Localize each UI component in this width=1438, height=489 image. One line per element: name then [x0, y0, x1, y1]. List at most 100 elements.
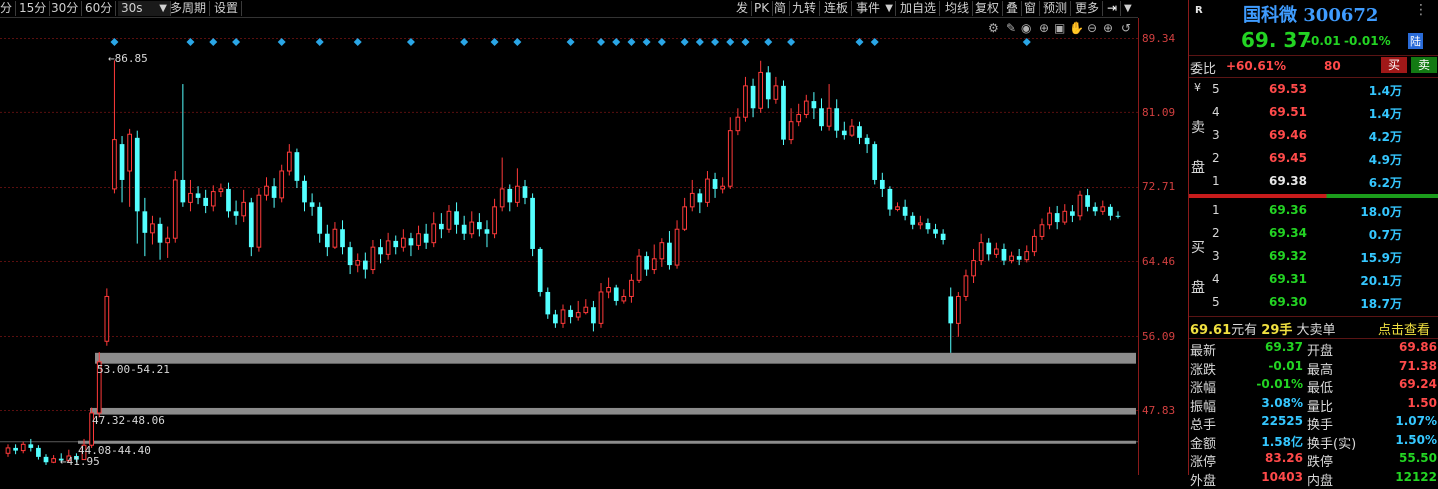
hand-icon[interactable]: ✋	[1069, 21, 1084, 35]
ma-button[interactable]: 均线	[942, 1, 974, 16]
adjust-button[interactable]: 复权	[972, 1, 1004, 16]
high-marker: ←	[108, 52, 115, 65]
candle-body	[438, 223, 444, 230]
events-button[interactable]: 事件 ▼	[853, 1, 896, 16]
stat-label: 振幅	[1190, 399, 1217, 415]
more-button[interactable]: 更多	[1072, 1, 1104, 16]
reset-icon[interactable]: ↺	[1121, 21, 1131, 35]
zoom-in-icon[interactable]: ⊕	[1103, 21, 1113, 35]
draw-icon[interactable]: ✎	[1006, 21, 1016, 35]
big-order-price: 69.61	[1190, 323, 1232, 338]
stat-label: 金额	[1190, 436, 1217, 452]
candle-body	[279, 170, 285, 199]
high-annotation: ←86.85	[108, 52, 148, 65]
candle-body	[256, 194, 262, 248]
candle-body	[644, 256, 649, 270]
sell-side-label: 卖 盘	[1191, 120, 1205, 176]
book-level: 1	[1212, 174, 1220, 188]
book-price[interactable]: 69.36	[1269, 203, 1307, 217]
overlay-button[interactable]: 叠	[1003, 1, 1023, 16]
book-level: 5	[1212, 82, 1220, 96]
kline-chart[interactable]: ⚙ ✎ ◉ ⊕ ▣ ✋ ⊖ ⊕ ↺	[0, 18, 1188, 475]
fa-button[interactable]: 发	[733, 1, 753, 16]
settings-button[interactable]: 设置	[211, 1, 243, 16]
grid-layer	[0, 18, 1139, 475]
candle-body	[180, 179, 186, 203]
candle-body	[150, 223, 155, 234]
candle-body	[1054, 213, 1060, 223]
candle-body	[993, 248, 999, 255]
signal-diamond	[110, 38, 119, 46]
zone-label: 44.08-44.40	[78, 444, 151, 457]
trash-icon[interactable]: ▣	[1054, 21, 1065, 35]
multi-period-button[interactable]: 多周期	[167, 1, 211, 16]
candle-body	[454, 211, 459, 225]
book-price[interactable]: 69.45	[1269, 151, 1307, 165]
candle-body	[1047, 212, 1052, 226]
candle-body	[887, 188, 893, 210]
candle-body	[826, 107, 832, 127]
signal-diamond	[315, 38, 324, 46]
period-30min[interactable]: 30分	[48, 1, 83, 16]
book-price[interactable]: 69.32	[1269, 249, 1307, 263]
magnet-icon[interactable]: ⚙	[988, 21, 999, 35]
sell-button[interactable]: 卖	[1411, 57, 1437, 73]
pk-button[interactable]: PK	[751, 1, 774, 16]
lock-icon[interactable]: ⊕	[1039, 21, 1049, 35]
zoom-out-icon[interactable]: ⊖	[1087, 21, 1097, 35]
book-level: 4	[1212, 272, 1220, 286]
period-30s-select[interactable]: 30s ▼	[118, 1, 171, 16]
limit-board-button[interactable]: 连板	[821, 1, 853, 16]
period-15min[interactable]: 15分	[16, 1, 51, 16]
period-1min[interactable]: 分	[0, 1, 17, 16]
forecast-button[interactable]: 预测	[1040, 1, 1072, 16]
candle-body	[1024, 251, 1030, 261]
buy-button[interactable]: 买	[1381, 57, 1407, 73]
candle-body	[857, 126, 862, 138]
candle-body	[1085, 195, 1090, 207]
candle-body	[811, 101, 817, 109]
book-price[interactable]: 69.38	[1269, 174, 1307, 188]
candle-body	[1039, 224, 1045, 237]
book-price[interactable]: 69.34	[1269, 226, 1307, 240]
candle-body	[819, 108, 824, 127]
candle-body	[13, 447, 18, 451]
candle-body	[134, 137, 140, 212]
candle-body	[978, 242, 984, 262]
high-value: 86.85	[114, 52, 148, 65]
more-options-icon[interactable]: ⋮	[1414, 2, 1428, 18]
candle-body	[507, 188, 513, 203]
eye-icon[interactable]: ◉	[1021, 21, 1031, 35]
candle-body	[583, 306, 589, 314]
add-watchlist-button[interactable]: 加自选	[897, 1, 941, 16]
stat-label: 量比	[1307, 399, 1334, 415]
candle-body	[302, 180, 307, 203]
signal-layer	[110, 38, 1031, 46]
candle-body	[142, 211, 148, 233]
book-price[interactable]: 69.31	[1269, 272, 1307, 286]
nine-turn-button[interactable]: 九转	[789, 1, 821, 16]
signal-diamond	[406, 38, 415, 46]
window-button[interactable]: 窗	[1021, 1, 1041, 16]
simple-button[interactable]: 简	[771, 1, 791, 16]
candle-body	[119, 144, 125, 180]
stat-value: -0.01	[1268, 358, 1303, 373]
period-60min[interactable]: 60分	[82, 1, 117, 16]
stat-value: -0.01%	[1256, 377, 1303, 391]
toolbar-dropdown-icon[interactable]: ▼	[1121, 1, 1135, 16]
view-details-link[interactable]: 点击查看	[1378, 319, 1430, 338]
candle-body	[203, 197, 209, 206]
book-price[interactable]: 69.46	[1269, 128, 1307, 142]
book-volume: 1.4万	[1368, 107, 1402, 121]
support-zone	[78, 440, 1136, 444]
candle-body	[1001, 248, 1007, 261]
book-price[interactable]: 69.53	[1269, 82, 1307, 96]
book-price[interactable]: 69.30	[1269, 295, 1307, 309]
candle-body	[682, 206, 688, 230]
stat-value: 55.50	[1399, 451, 1437, 465]
weibi-label: 委比	[1190, 62, 1217, 77]
stat-label: 换手(实)	[1307, 436, 1357, 452]
book-price[interactable]: 69.51	[1269, 105, 1307, 119]
big-order-text: 元有	[1231, 323, 1258, 338]
pin-icon[interactable]: ⇥	[1104, 1, 1122, 16]
